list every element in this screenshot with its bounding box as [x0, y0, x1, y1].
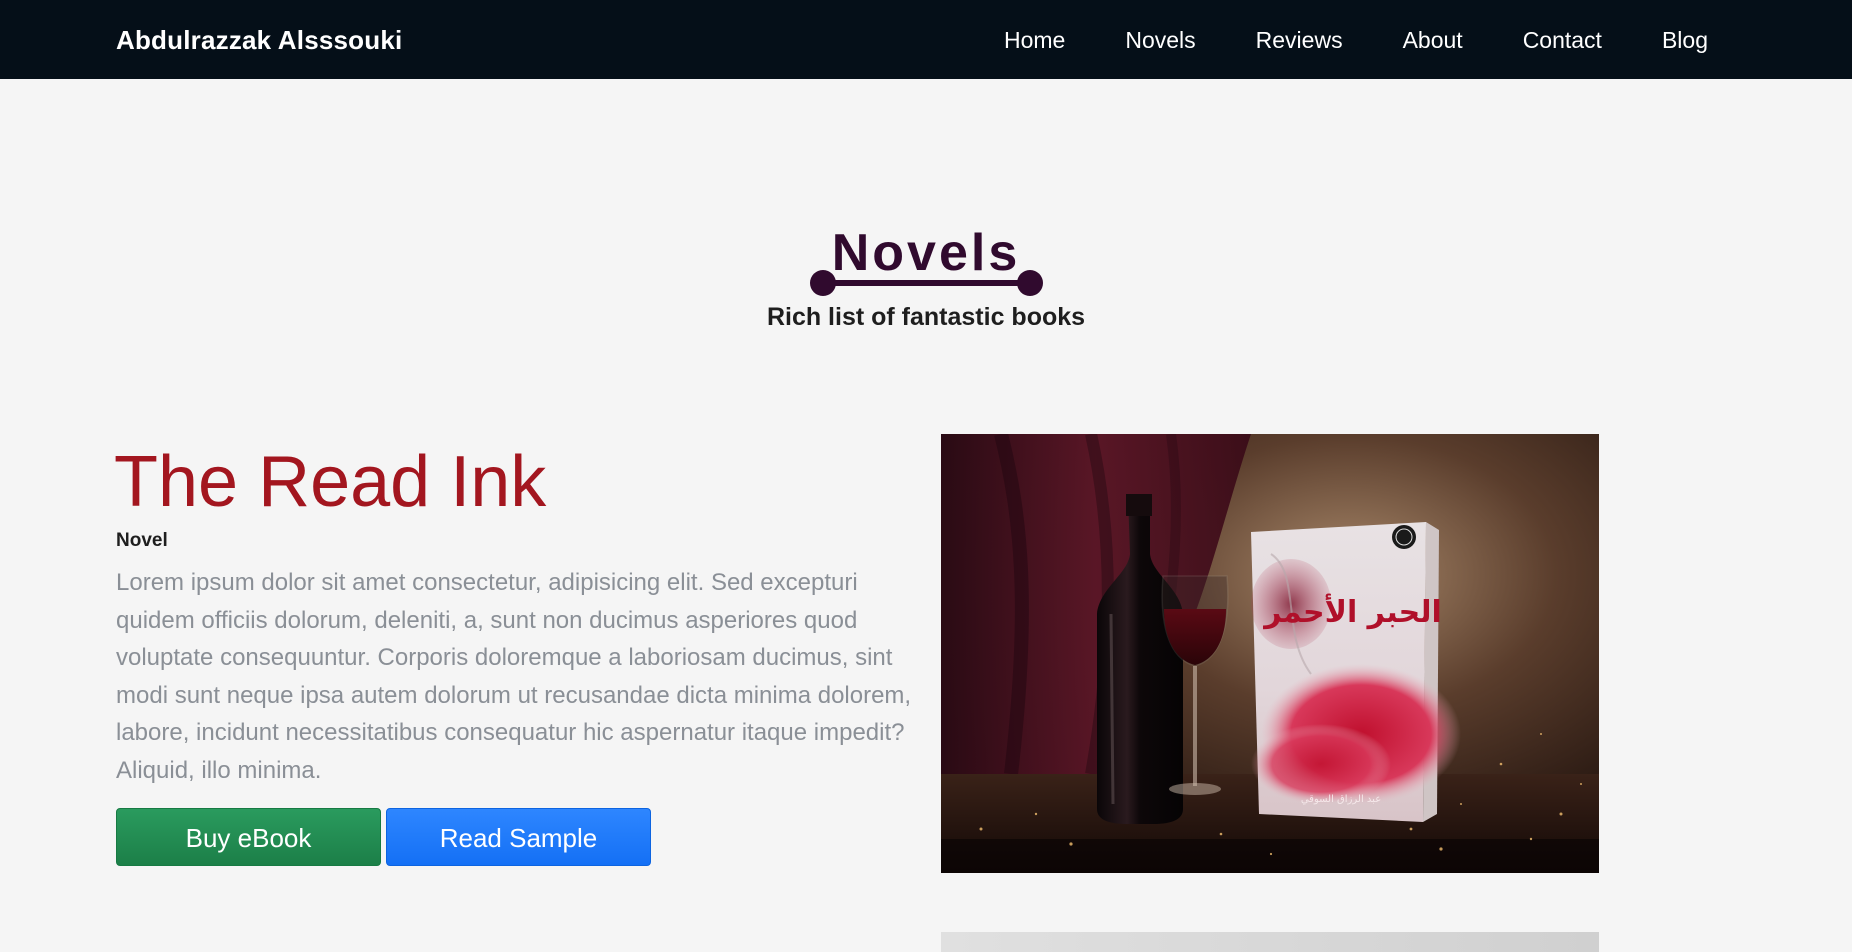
book-cover-image: الحبر الأحمر عبد الرزاق السوقي — [941, 434, 1599, 873]
nav-link-reviews[interactable]: Reviews — [1256, 24, 1343, 56]
brand-logo[interactable]: Abdulrazzak Alsssouki — [116, 24, 402, 56]
cover-title-text: الحبر الأحمر — [1262, 593, 1442, 630]
buy-ebook-button[interactable]: Buy eBook — [116, 808, 381, 866]
title-underline-right-dot — [1017, 270, 1043, 296]
nav-link-home[interactable]: Home — [1004, 24, 1065, 56]
title-underline — [822, 280, 1030, 286]
section-subtitle: Rich list of fantastic books — [766, 303, 1086, 331]
cover-author-text: عبد الرزاق السوقي — [1301, 794, 1381, 805]
title-underline-left-dot — [810, 270, 836, 296]
nav-link-blog[interactable]: Blog — [1662, 24, 1708, 56]
section-title: Novels — [831, 224, 1021, 282]
nav-link-novels[interactable]: Novels — [1125, 24, 1195, 56]
nav-link-about[interactable]: About — [1403, 24, 1463, 56]
book-title: The Read Ink — [114, 442, 547, 522]
next-book-image-peek — [941, 932, 1599, 952]
nav-link-contact[interactable]: Contact — [1523, 24, 1602, 56]
navbar: Abdulrazzak Alsssouki Home Novels Review… — [0, 0, 1852, 79]
read-sample-button[interactable]: Read Sample — [386, 808, 651, 866]
nav-links: Home Novels Reviews About Contact Blog — [944, 24, 1708, 56]
book-type: Novel — [116, 530, 168, 551]
book-description: Lorem ipsum dolor sit amet consectetur, … — [116, 569, 912, 784]
